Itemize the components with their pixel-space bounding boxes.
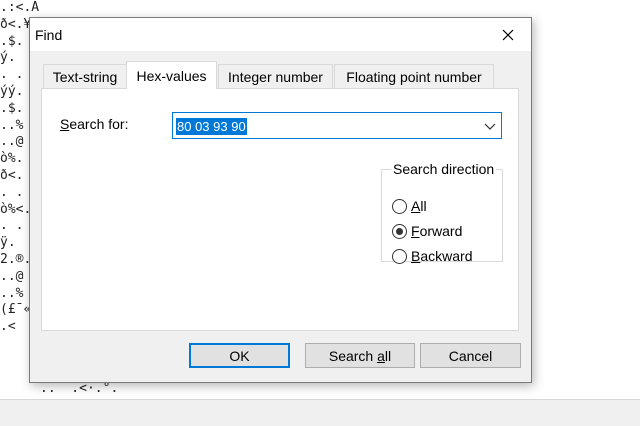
chevron-down-icon[interactable] [483,119,497,133]
radio-backward[interactable]: Backward [392,247,472,265]
search-all-label: Search all [328,347,392,364]
radio-all-indicator[interactable] [392,198,407,214]
tab-floating-point-number[interactable]: Floating point number [334,64,494,88]
tab-label: Floating point number [346,68,482,85]
close-button[interactable] [485,18,531,51]
radio-forward-indicator[interactable] [392,223,407,239]
dialog-title: Find [35,27,63,43]
radio-all[interactable]: All [392,197,427,215]
cancel-button[interactable]: Cancel [420,343,521,368]
tab-integer-number[interactable]: Integer number [218,64,333,88]
tab-label: Text-string [52,68,118,85]
search-value: 80 03 93 90 [176,118,247,135]
tab-label: Hex-values [136,67,207,84]
background-hex-line: .:<.Ap%... [0,0,40,15]
tab-label: Integer number [228,68,323,85]
search-all-button[interactable]: Search all [305,343,415,368]
tab-hex-values[interactable]: Hex-values [126,61,217,89]
radio-backward-label: Backward [411,248,473,264]
ok-label: OK [229,347,250,364]
radio-forward-label: Forward [411,223,463,239]
ok-button[interactable]: OK [189,343,290,368]
hex-values-panel: Search for: 80 03 93 90 Search direction… [41,88,519,331]
cancel-label: Cancel [448,347,493,364]
radio-forward[interactable]: Forward [392,222,462,240]
close-icon [502,29,514,40]
search-input[interactable]: 80 03 93 90 [172,112,502,139]
search-direction-legend: Search direction [393,161,495,177]
search-direction-group: Search direction All Forward Backward [381,161,503,265]
dialog-titlebar: Find [30,18,531,51]
tab-text-string[interactable]: Text-string [43,64,127,88]
search-for-label: Search for: [60,116,129,132]
background-status-strip [0,399,640,426]
background-hex-tail: .. .<·.°. [40,381,119,396]
radio-backward-indicator[interactable] [392,248,407,264]
radio-all-label: All [411,198,427,214]
find-dialog: Find Text-string Hex-values Integer numb… [29,17,532,383]
